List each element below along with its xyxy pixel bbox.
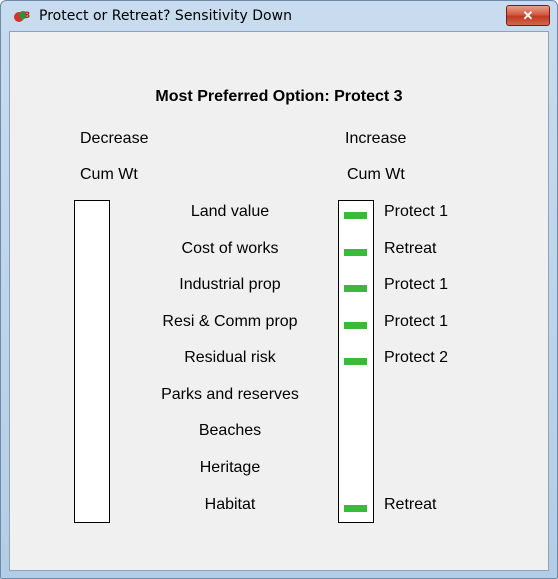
increase-cumwt-label: Cum Wt [347,166,405,183]
criterion-beaches: Beaches [198,422,262,439]
criterion-industrial-prop: Industrial prop [179,276,281,293]
decrease-label: Decrease [80,130,149,147]
app-logo-icon: 3 [14,11,30,22]
result-residual-risk: Protect 2 [384,349,449,366]
increase-marker-cost-of-works [344,249,367,256]
sensitivity-panel: Most Preferred Option: Protect 3 Decreas… [9,31,549,571]
most-preferred-heading: Most Preferred Option: Protect 3 [155,88,403,105]
increase-marker-residual-risk [344,358,367,365]
increase-marker-industrial-prop [344,285,367,292]
increase-marker-habitat [344,505,367,512]
decrease-cumwt-label: Cum Wt [80,166,138,183]
result-cost-of-works: Retreat [384,240,437,257]
result-land-value: Protect 1 [384,203,449,220]
criterion-parks-and-reserves: Parks and reserves [161,386,299,403]
close-button[interactable]: ✕ [506,5,550,26]
criterion-heritage: Heritage [199,459,261,476]
window-title: Protect or Retreat? Sensitivity Down [39,8,292,24]
criterion-residual-risk: Residual risk [184,349,276,366]
result-resi-comm-prop: Protect 1 [384,313,449,330]
decrease-column [74,200,110,523]
criterion-resi-comm-prop: Resi & Comm prop [162,313,298,330]
increase-marker-land-value [344,212,367,219]
result-habitat: Retreat [384,496,437,513]
criterion-cost-of-works: Cost of works [181,240,279,257]
increase-label: Increase [345,130,407,147]
svg-text:3: 3 [24,11,30,21]
dialog-window: 3 Protect or Retreat? Sensitivity Down ✕… [0,0,558,579]
title-bar[interactable]: 3 Protect or Retreat? Sensitivity Down ✕ [1,1,557,31]
result-industrial-prop: Protect 1 [384,276,449,293]
increase-marker-resi-comm-prop [344,322,367,329]
close-icon: ✕ [522,7,534,23]
criterion-habitat: Habitat [204,496,256,513]
criterion-land-value: Land value [190,203,270,220]
